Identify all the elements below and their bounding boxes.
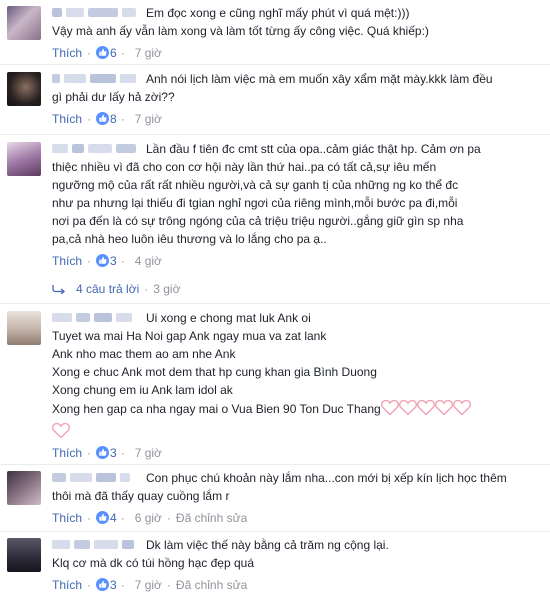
thumbs-up-icon[interactable] — [96, 112, 110, 125]
like-link[interactable]: Thích — [52, 112, 82, 126]
thumbs-up-icon[interactable] — [96, 578, 110, 591]
avatar[interactable] — [7, 142, 41, 176]
view-replies-link[interactable]: 4 câu trả lời · 3 giờ — [52, 282, 180, 296]
commenter-name[interactable] — [52, 471, 140, 483]
divider — [0, 134, 550, 135]
avatar[interactable] — [7, 471, 41, 505]
comment-actions: Thích · 8 · 7 giờ — [52, 112, 162, 126]
avatar[interactable] — [7, 72, 41, 106]
like-link[interactable]: Thích — [52, 446, 82, 460]
comment-text: Lần đầu f tiên đc cmt stt của opa..cảm g… — [52, 142, 481, 246]
commenter-name[interactable] — [52, 72, 140, 84]
edited-label[interactable]: Đã chỉnh sửa — [176, 511, 247, 525]
timestamp[interactable]: 7 giờ — [135, 46, 162, 60]
comment-actions: Thích · 4 · 6 giờ · Đã chỉnh sửa — [52, 511, 248, 525]
divider — [0, 303, 550, 304]
like-link[interactable]: Thích — [52, 511, 82, 525]
comment-actions: Thích · 3 · 7 giờ — [52, 446, 162, 460]
avatar[interactable] — [7, 311, 41, 345]
avatar[interactable] — [7, 6, 41, 40]
comment-actions: Thích · 6 · 7 giờ — [52, 46, 162, 60]
like-link[interactable]: Thích — [52, 578, 82, 592]
heart-icon — [52, 422, 70, 439]
timestamp[interactable]: 4 giờ — [135, 254, 162, 268]
like-link[interactable]: Thích — [52, 254, 82, 268]
like-count[interactable]: 8 — [110, 112, 117, 126]
replies-time: 3 giờ — [153, 282, 181, 296]
comment-actions: Thích · 3 · 7 giờ · Đã chỉnh sửa — [52, 578, 248, 592]
like-count[interactable]: 3 — [110, 578, 117, 592]
timestamp[interactable]: 7 giờ — [135, 578, 162, 592]
edited-label[interactable]: Đã chỉnh sửa — [176, 578, 247, 592]
like-count[interactable]: 4 — [110, 511, 117, 525]
timestamp[interactable]: 6 giờ — [135, 511, 162, 525]
commenter-name[interactable] — [52, 538, 140, 550]
comment-text: Ui xong e chong mat luk Ank oi Tuyet wa … — [52, 311, 381, 416]
like-count[interactable]: 3 — [110, 446, 117, 460]
replies-count[interactable]: 4 câu trả lời — [76, 282, 139, 296]
commenter-name[interactable] — [52, 311, 140, 323]
avatar[interactable] — [7, 538, 41, 572]
comment-actions: Thích · 3 · 4 giờ — [52, 254, 162, 268]
heart-icon — [380, 399, 471, 416]
reply-arrow-icon — [52, 285, 66, 294]
like-count[interactable]: 3 — [110, 254, 117, 268]
like-link[interactable]: Thích — [52, 46, 82, 60]
thumbs-up-icon[interactable] — [96, 446, 110, 459]
heart-emoji-row — [380, 399, 489, 421]
divider — [0, 464, 550, 465]
thumbs-up-icon[interactable] — [96, 254, 110, 267]
commenter-name[interactable] — [52, 6, 140, 18]
timestamp[interactable]: 7 giờ — [135, 446, 162, 460]
thumbs-up-icon[interactable] — [96, 511, 110, 524]
timestamp[interactable]: 7 giờ — [135, 112, 162, 126]
divider — [0, 531, 550, 532]
like-count[interactable]: 6 — [110, 46, 117, 60]
divider — [0, 64, 550, 65]
thumbs-up-icon[interactable] — [96, 46, 110, 59]
commenter-name[interactable] — [52, 142, 140, 154]
